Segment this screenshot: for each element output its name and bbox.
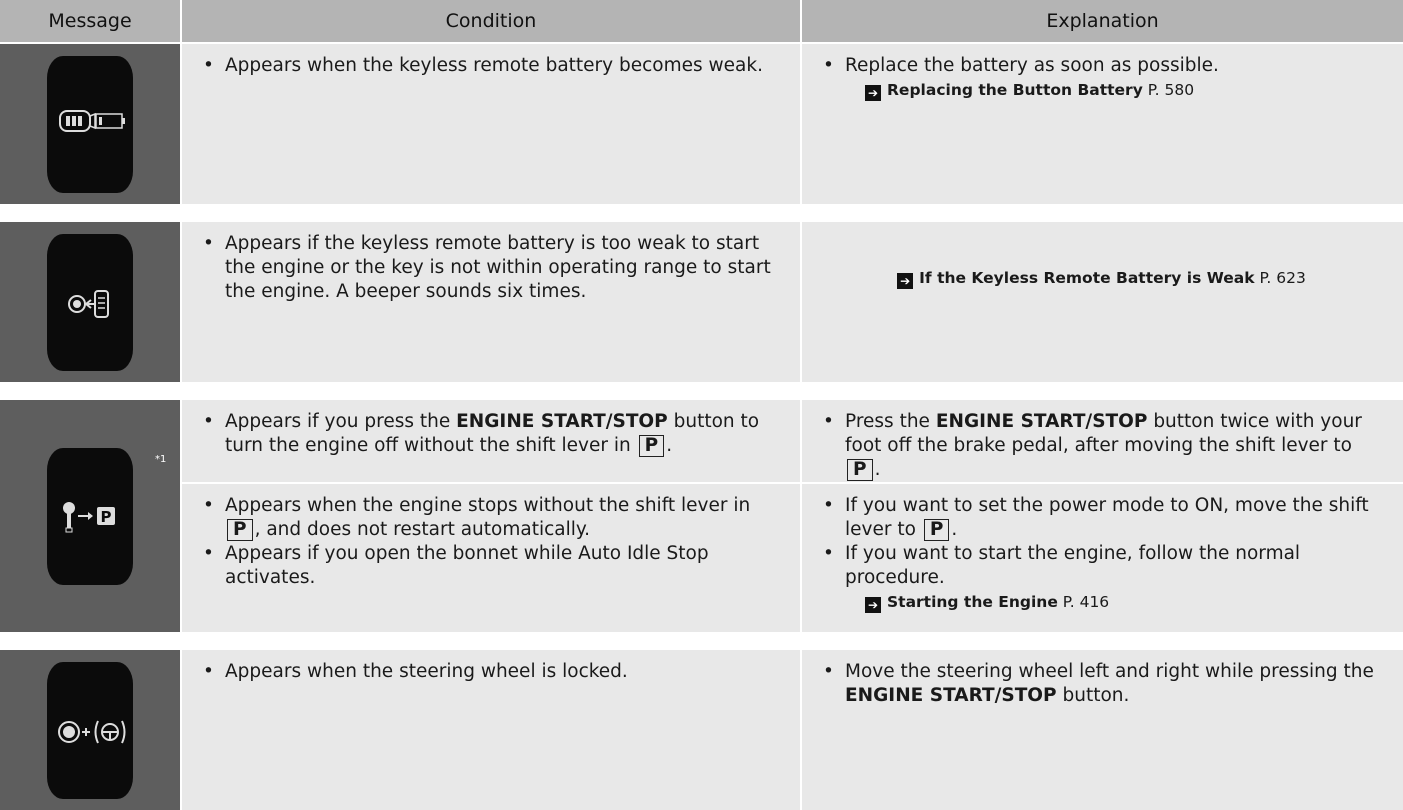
footnote-marker: *1 [155,454,167,465]
condition-text: Appears if you press the ENGINE START/ST… [200,410,780,458]
park-position-indicator: P [847,459,873,481]
condition-text: Appears if the keyless remote battery is… [200,232,780,304]
explanation-cell-3a: Press the ENGINE START/STOP button twice… [802,400,1403,482]
condition-text: Appears when the keyless remote battery … [200,54,780,78]
explanation-cell-4: Move the steering wheel left and right w… [802,650,1403,810]
page-reference-link[interactable]: ➔ If the Keyless Remote Battery is Weak P… [820,266,1383,290]
explanation-cell-3b: If you want to set the power mode to ON,… [802,484,1403,632]
display-screen [47,55,133,193]
park-position-indicator: P [638,435,665,457]
park-position-indicator: P [227,519,253,541]
reference-arrow-icon: ➔ [865,85,881,101]
condition-cell-4: Appears when the steering wheel is locke… [182,650,800,810]
explanation-text: Move the steering wheel left and right w… [820,660,1383,708]
condition-text: Appears when the engine stops without th… [200,494,780,542]
explanation-text: Replace the battery as soon as possible. [820,54,1383,78]
reference-page: P. 580 [1147,81,1195,99]
explanation-text: If you want to start the engine, follow … [820,542,1383,590]
header-message: Message [0,0,180,42]
header-condition: Condition [182,0,800,42]
condition-cell-2: Appears if the keyless remote battery is… [182,222,800,382]
condition-cell-3a: Appears if you press the ENGINE START/ST… [182,400,800,482]
page-reference-link[interactable]: ➔ Replacing the Button Battery P. 580 [820,78,1383,102]
reference-page: P. 623 [1259,269,1306,287]
start-button-plus-steering-wheel-icon [58,720,126,743]
reference-title: Replacing the Button Battery [887,81,1143,99]
message-cell-key-weak [0,222,180,382]
explanation-text: If you want to set the power mode to ON,… [820,494,1383,542]
keyless-remote-battery-low-icon [59,109,125,132]
warning-messages-table: Message Condition Explanation Appears wh… [0,0,1403,810]
svg-text:P: P [101,508,112,526]
park-position-indicator: P [923,519,950,541]
header-explanation: Explanation [802,0,1403,42]
message-cell-steering-locked [0,650,180,810]
reference-page: P. 416 [1062,593,1110,611]
display-screen [47,661,133,799]
page-reference-link[interactable]: ➔ Starting the Engine P. 416 [820,590,1383,614]
reference-arrow-icon: ➔ [897,273,914,289]
explanation-cell-1: Replace the battery as soon as possible.… [802,44,1403,204]
display-screen [47,233,133,371]
display-screen: P [47,447,133,585]
key-to-start-button-icon [68,289,109,318]
explanation-text: Press the ENGINE START/STOP button twice… [820,410,1383,482]
condition-cell-1: Appears when the keyless remote battery … [182,44,800,204]
message-cell-shift-park: P *1 [0,400,180,632]
shift-lever-to-park-icon: P [63,501,115,532]
condition-cell-3b: Appears when the engine stops without th… [182,484,800,632]
explanation-cell-2: ➔ If the Keyless Remote Battery is Weak P… [802,222,1403,382]
reference-arrow-icon: ➔ [865,597,881,613]
reference-title: If the Keyless Remote Battery is Weak [919,269,1255,287]
message-cell-battery-low [0,44,180,204]
condition-text: Appears when the steering wheel is locke… [200,660,780,684]
reference-title: Starting the Engine [887,593,1058,611]
condition-text: Appears if you open the bonnet while Aut… [200,542,780,590]
